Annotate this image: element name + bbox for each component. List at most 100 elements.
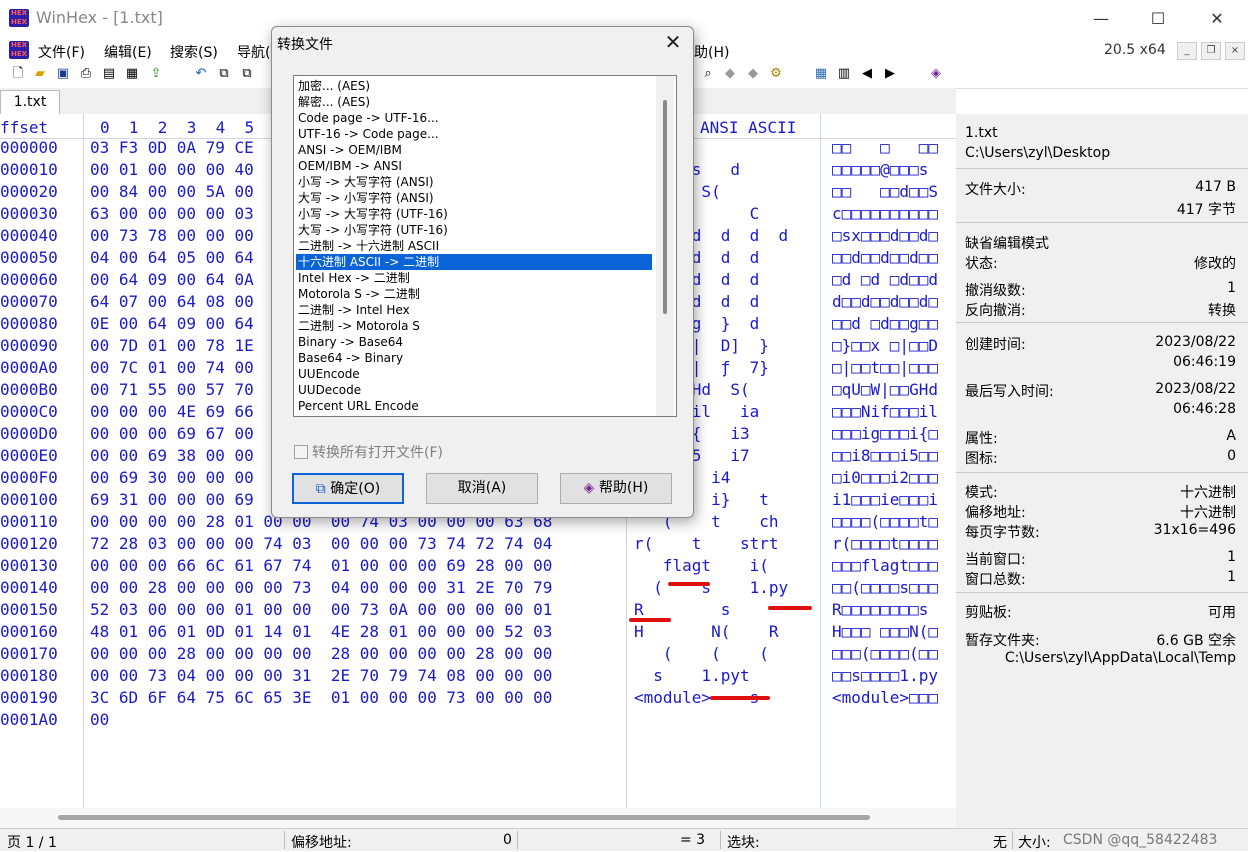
conversion-option[interactable]: 解密... (AES) xyxy=(296,94,652,110)
row-hex-bytes[interactable]: 63 00 00 00 00 03 xyxy=(90,204,254,223)
minimize-button[interactable]: — xyxy=(1078,4,1124,34)
row-offset[interactable]: 000100 xyxy=(0,490,58,509)
row-ascii-text[interactable]: c□□□□□□□□□□ xyxy=(832,204,938,223)
row-ascii-text[interactable]: □□□□(□□□□t□ xyxy=(832,512,938,531)
list-scroll-thumb[interactable] xyxy=(663,100,667,314)
row-hex-bytes[interactable]: 69 31 00 00 00 69 xyxy=(90,490,254,509)
conversion-option[interactable]: Code page -> UTF-16... xyxy=(296,110,652,126)
row-offset[interactable]: 0000E0 xyxy=(0,446,58,465)
row-hex-bytes[interactable]: 00 00 00 66 6C 61 67 74 01 00 00 00 69 2… xyxy=(90,556,552,575)
row-offset[interactable]: 000120 xyxy=(0,534,58,553)
row-offset[interactable]: 0000C0 xyxy=(0,402,58,421)
row-offset[interactable]: 000090 xyxy=(0,336,58,355)
conversion-option[interactable]: ANSI -> OEM/IBM xyxy=(296,142,652,158)
row-offset[interactable]: 0001A0 xyxy=(0,710,58,729)
row-hex-bytes[interactable]: 00 7C 01 00 74 00 xyxy=(90,358,254,377)
row-hex-bytes[interactable]: 00 00 00 28 00 00 00 00 28 00 00 00 00 2… xyxy=(90,644,552,663)
row-hex-bytes[interactable]: 00 xyxy=(90,710,109,729)
row-hex-bytes[interactable]: 52 03 00 00 00 01 00 00 00 73 0A 00 00 0… xyxy=(90,600,552,619)
row-ansi-text[interactable]: flagt i( xyxy=(634,556,769,575)
row-hex-bytes[interactable]: 3C 6D 6F 64 75 6C 65 3E 01 00 00 00 73 0… xyxy=(90,688,552,707)
conversion-option[interactable]: 加密... (AES) xyxy=(296,78,652,94)
row-ascii-text[interactable]: □sx□□□d□□d□ xyxy=(832,226,938,245)
row-ansi-text[interactable]: r( t strt xyxy=(634,534,779,553)
conversion-option[interactable]: 小写 -> 大写字符 (ANSI) xyxy=(296,174,652,190)
row-offset[interactable]: 0000B0 xyxy=(0,380,58,399)
menu-edit[interactable]: 编辑(E) xyxy=(104,42,152,62)
menu-search[interactable]: 搜索(S) xyxy=(170,42,218,62)
conversion-option[interactable]: OEM/IBM -> ANSI xyxy=(296,158,652,174)
row-ascii-text[interactable]: □□d□□d□□d□□ xyxy=(832,248,938,267)
row-offset[interactable]: 0000F0 xyxy=(0,468,58,487)
row-ansi-text[interactable]: ( ( ( xyxy=(634,644,769,663)
cancel-button[interactable]: 取消(A) xyxy=(426,473,538,504)
row-offset[interactable]: 000180 xyxy=(0,666,58,685)
row-ascii-text[interactable]: <module>□□□ xyxy=(832,688,938,707)
row-ascii-text[interactable]: □□d □d□□g□□ xyxy=(832,314,938,333)
row-ascii-text[interactable]: □□ □ □□ xyxy=(832,138,938,157)
row-hex-bytes[interactable]: 00 00 28 00 00 00 00 73 04 00 00 00 31 2… xyxy=(90,578,552,597)
row-offset[interactable]: 000140 xyxy=(0,578,58,597)
copy-icon[interactable]: ⧉ xyxy=(216,66,232,82)
row-hex-bytes[interactable]: 00 00 00 4E 69 66 xyxy=(90,402,254,421)
conversion-option[interactable]: Intel Hex -> 二进制 xyxy=(296,270,652,286)
conversion-option[interactable]: UTF-16 -> Code page... xyxy=(296,126,652,142)
conversion-option[interactable]: UUEncode xyxy=(296,366,652,382)
row-ascii-text[interactable]: □}□□x □|□□D xyxy=(832,336,938,355)
ram-icon[interactable]: ◆ xyxy=(745,66,761,82)
row-offset[interactable]: 000190 xyxy=(0,688,58,707)
table-icon[interactable]: ▥ xyxy=(836,66,852,82)
menu-help[interactable]: 助(H) xyxy=(694,42,729,62)
row-hex-bytes[interactable]: 00 00 73 04 00 00 00 31 2E 70 79 74 08 0… xyxy=(90,666,552,685)
conversion-list[interactable]: 加密... (AES) 解密... (AES) Code page -> UTF-1… xyxy=(293,75,677,417)
row-hex-bytes[interactable]: 00 00 69 38 00 00 xyxy=(90,446,254,465)
menu-file[interactable]: 文件(F) xyxy=(38,42,85,62)
zoom-icon[interactable]: ⌕ xyxy=(700,66,716,82)
row-ascii-text[interactable]: □□□ig□□□i{□ xyxy=(832,424,938,443)
row-hex-bytes[interactable]: 00 7D 01 00 78 1E xyxy=(90,336,254,355)
gear-icon[interactable]: ⚙ xyxy=(768,66,784,82)
row-ascii-text[interactable]: □□□flagt□□□ xyxy=(832,556,938,575)
mdi-minimize-button[interactable]: _ xyxy=(1177,42,1197,60)
row-ascii-text[interactable]: □d □d □d□□d xyxy=(832,270,938,289)
conversion-option[interactable]: Motorola S -> 二进制 xyxy=(296,286,652,302)
undo-icon[interactable]: ↶ xyxy=(193,66,209,82)
row-offset[interactable]: 000030 xyxy=(0,204,58,223)
row-offset[interactable]: 000130 xyxy=(0,556,58,575)
conversion-option[interactable]: Base64 -> Binary xyxy=(296,350,652,366)
horizontal-scroll-thumb[interactable] xyxy=(58,815,870,820)
help-book-icon[interactable]: ◈ xyxy=(928,66,944,82)
row-hex-bytes[interactable]: 00 73 78 00 00 00 xyxy=(90,226,254,245)
document-icon[interactable]: HEX HEX xyxy=(9,41,29,59)
tab-file[interactable]: 1.txt xyxy=(0,90,60,115)
row-ansi-text[interactable]: H N( R xyxy=(634,622,779,641)
row-hex-bytes[interactable]: 00 71 55 00 57 70 xyxy=(90,380,254,399)
row-ascii-text[interactable]: □□(□□□□s□□□ xyxy=(832,578,938,597)
help-button[interactable]: ◈ 帮助(H) xyxy=(560,473,672,504)
row-offset[interactable]: 000000 xyxy=(0,138,58,157)
row-ascii-text[interactable]: □□s□□□□1.py xyxy=(832,666,938,685)
convert-all-checkbox[interactable] xyxy=(294,445,308,459)
close-button[interactable]: ✕ xyxy=(1194,4,1240,34)
forward-icon[interactable]: ▶ xyxy=(882,66,898,82)
row-hex-bytes[interactable]: 0E 00 64 09 00 64 xyxy=(90,314,254,333)
row-ascii-text[interactable]: d□□d□□d□□d□ xyxy=(832,292,938,311)
new-file-icon[interactable]: 🗋 xyxy=(10,66,26,82)
row-hex-bytes[interactable]: 00 64 09 00 64 0A xyxy=(90,270,254,289)
menu-navigation[interactable]: 导航( xyxy=(237,42,270,62)
conversion-option[interactable]: Percent URL Encode xyxy=(296,398,652,414)
row-ascii-text[interactable]: r(□□□□t□□□□ xyxy=(832,534,938,553)
row-offset[interactable]: 0000A0 xyxy=(0,358,58,377)
mdi-close-button[interactable]: × xyxy=(1225,42,1245,60)
row-hex-bytes[interactable]: 00 01 00 00 00 40 xyxy=(90,160,254,179)
maximize-button[interactable]: ☐ xyxy=(1135,4,1181,34)
row-offset[interactable]: 000060 xyxy=(0,270,58,289)
row-offset[interactable]: 000050 xyxy=(0,248,58,267)
ok-button[interactable]: ⧉ 确定(O) xyxy=(292,473,404,504)
conversion-option[interactable]: 二进制 -> 十六进制 ASCII xyxy=(296,238,652,254)
row-ascii-text[interactable]: □□i8□□□i5□□ xyxy=(832,446,938,465)
row-ascii-text[interactable]: i1□□□ie□□□i xyxy=(832,490,938,509)
row-hex-bytes[interactable]: 48 01 06 01 0D 01 14 01 4E 28 01 00 00 0… xyxy=(90,622,552,641)
conversion-option[interactable]: UUDecode xyxy=(296,382,652,398)
row-ansi-text[interactable]: R s xyxy=(634,600,730,619)
